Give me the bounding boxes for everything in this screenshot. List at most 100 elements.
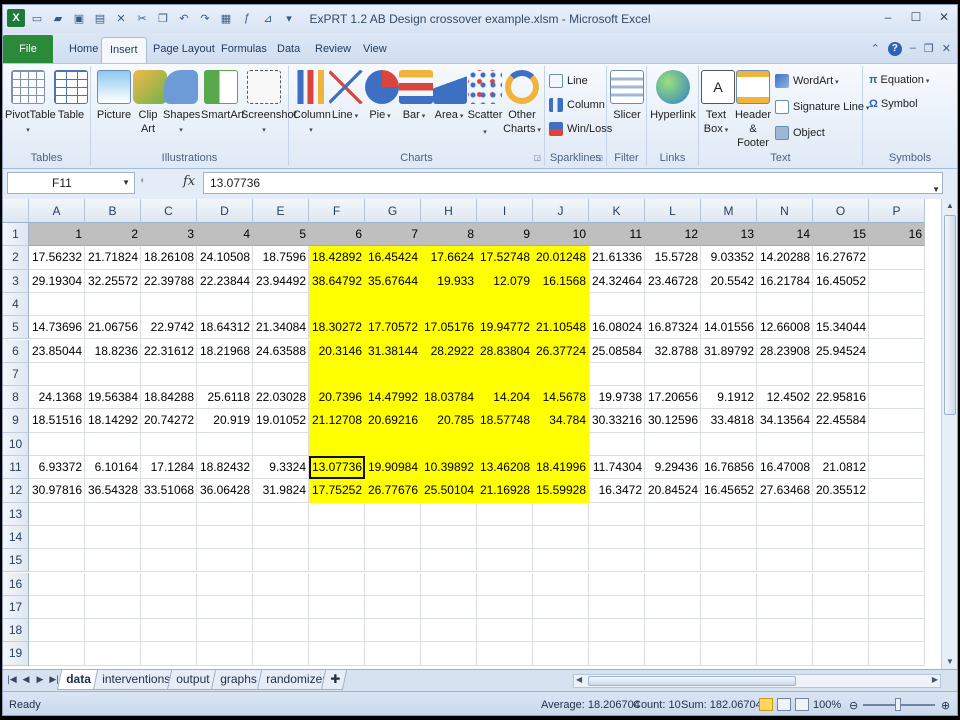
cell[interactable]: [197, 595, 253, 620]
first-sheet-icon[interactable]: |◀: [7, 674, 17, 685]
cell[interactable]: 18.30272: [309, 316, 365, 340]
scroll-right-icon[interactable]: ▶: [932, 675, 938, 684]
cell[interactable]: 31.9824: [253, 479, 309, 503]
row-header[interactable]: 14: [3, 525, 29, 550]
cell[interactable]: 20.3146: [309, 339, 365, 363]
cell[interactable]: 18.57748: [477, 409, 533, 433]
cell[interactable]: [141, 595, 197, 620]
select-all-corner[interactable]: [3, 199, 29, 223]
cell[interactable]: 4: [197, 223, 253, 247]
tab-page-layout[interactable]: Page Layout: [145, 37, 223, 63]
cell[interactable]: [309, 595, 365, 620]
cell[interactable]: 21.10548: [533, 316, 589, 340]
cell[interactable]: [533, 642, 589, 666]
cell[interactable]: 22.95816: [813, 386, 869, 410]
pie-chart-button[interactable]: Pie ▾: [365, 70, 399, 124]
cell[interactable]: 26.77676: [365, 479, 421, 503]
cell[interactable]: 16.47008: [757, 456, 813, 480]
cell[interactable]: [141, 432, 197, 456]
zoom-in-icon[interactable]: ⊕: [941, 699, 950, 712]
cell[interactable]: 28.23908: [757, 339, 813, 363]
cell[interactable]: [29, 502, 85, 526]
cell[interactable]: 16.08024: [589, 316, 645, 340]
cell[interactable]: [365, 642, 421, 666]
cell[interactable]: [533, 502, 589, 526]
cell[interactable]: [589, 362, 645, 387]
cell[interactable]: 14.73696: [29, 316, 85, 340]
column-header[interactable]: G: [365, 199, 421, 223]
formula-input[interactable]: 13.07736 ▼: [203, 172, 943, 194]
cell[interactable]: [869, 479, 925, 503]
cell[interactable]: [757, 292, 813, 317]
equation-button[interactable]: π Equation ▾: [869, 74, 929, 86]
cell[interactable]: [197, 432, 253, 456]
cell[interactable]: [85, 549, 141, 573]
cell[interactable]: [365, 549, 421, 573]
row-header[interactable]: 12: [3, 479, 29, 503]
cell[interactable]: [85, 362, 141, 387]
row-header[interactable]: 19: [3, 642, 29, 666]
cell[interactable]: [253, 525, 309, 550]
cell[interactable]: [421, 525, 477, 550]
cell[interactable]: 18.84288: [141, 386, 197, 410]
cell[interactable]: 30.12596: [645, 409, 701, 433]
cell[interactable]: [141, 619, 197, 643]
cell[interactable]: 16.1568: [533, 269, 589, 293]
cell[interactable]: 31.38144: [365, 339, 421, 363]
cell[interactable]: 19.9738: [589, 386, 645, 410]
tab-data[interactable]: Data: [269, 37, 308, 63]
cell[interactable]: 16.45052: [813, 269, 869, 293]
cell[interactable]: 21.0812: [813, 456, 869, 480]
cell[interactable]: [197, 525, 253, 550]
line-chart-button[interactable]: Line ▾: [329, 70, 363, 124]
horizontal-scroll-thumb[interactable]: [588, 676, 796, 686]
prev-sheet-icon[interactable]: ◀: [21, 674, 31, 685]
cell[interactable]: [253, 572, 309, 596]
cell[interactable]: [141, 572, 197, 596]
slicer-button[interactable]: Slicer: [609, 70, 645, 122]
cell[interactable]: 19.56384: [85, 386, 141, 410]
cell[interactable]: [141, 362, 197, 387]
cell[interactable]: [701, 642, 757, 666]
cell[interactable]: [197, 502, 253, 526]
cell[interactable]: 18.82432: [197, 456, 253, 480]
cell[interactable]: [869, 269, 925, 293]
cell[interactable]: [253, 595, 309, 620]
row-header[interactable]: 13: [3, 502, 29, 526]
cell[interactable]: [309, 525, 365, 550]
cell[interactable]: [365, 502, 421, 526]
cell[interactable]: [869, 619, 925, 643]
column-header[interactable]: L: [645, 199, 701, 223]
cell[interactable]: 14: [757, 223, 813, 247]
column-header[interactable]: F: [309, 199, 365, 223]
cell[interactable]: [365, 292, 421, 317]
cell[interactable]: [309, 432, 365, 456]
close-workbook-icon[interactable]: ✕: [942, 42, 951, 56]
row-header[interactable]: 10: [3, 432, 29, 456]
cell[interactable]: 9: [477, 223, 533, 247]
picture-button[interactable]: Picture: [95, 70, 133, 122]
row-header[interactable]: 11: [3, 456, 29, 480]
cell[interactable]: [141, 525, 197, 550]
cell[interactable]: 30.97816: [29, 479, 85, 503]
pivottable-button[interactable]: PivotTable ▾: [5, 70, 56, 138]
column-header[interactable]: K: [589, 199, 645, 223]
cell[interactable]: [253, 432, 309, 456]
cell[interactable]: 21.71824: [85, 246, 141, 270]
table-button[interactable]: Table: [53, 70, 89, 122]
cell[interactable]: 12: [645, 223, 701, 247]
cell[interactable]: 24.10508: [197, 246, 253, 270]
column-header[interactable]: J: [533, 199, 589, 223]
cell[interactable]: [813, 292, 869, 317]
cell[interactable]: [533, 572, 589, 596]
cell[interactable]: 22.39788: [141, 269, 197, 293]
cell[interactable]: [645, 549, 701, 573]
cell[interactable]: 9.29436: [645, 456, 701, 480]
cell[interactable]: [477, 502, 533, 526]
cell[interactable]: 25.08584: [589, 339, 645, 363]
cell[interactable]: 18.41996: [533, 456, 589, 480]
cell[interactable]: [85, 642, 141, 666]
cell[interactable]: [645, 432, 701, 456]
cell[interactable]: [869, 502, 925, 526]
cell[interactable]: 13.46208: [477, 456, 533, 480]
